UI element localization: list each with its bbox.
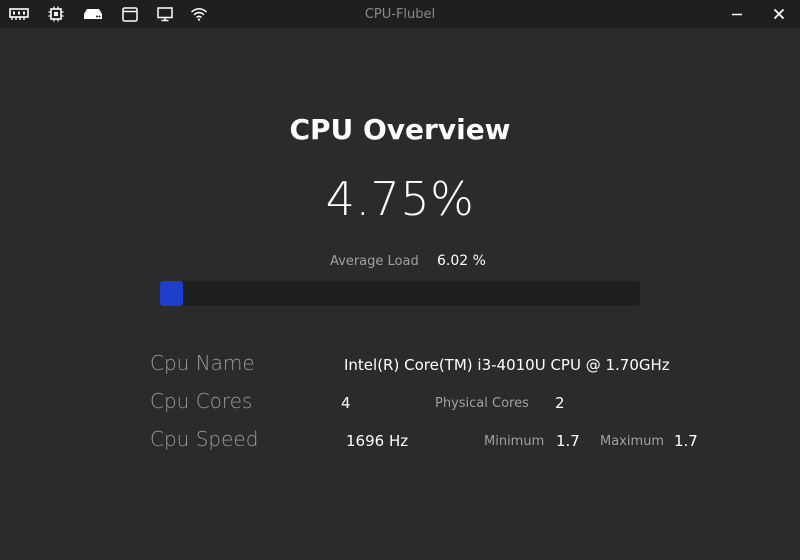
page-title: CPU Overview bbox=[289, 113, 511, 146]
close-button[interactable] bbox=[766, 2, 792, 26]
close-icon bbox=[773, 8, 785, 20]
minimize-icon bbox=[732, 13, 742, 16]
physical-cores-label: Physical Cores bbox=[435, 396, 529, 411]
average-load-label: Average Load bbox=[330, 254, 419, 269]
monitor-icon[interactable] bbox=[155, 5, 175, 23]
minimum-speed-value: 1.7 bbox=[556, 432, 580, 450]
title-bar: CPU-Flubel bbox=[0, 0, 800, 28]
cpu-chip-icon[interactable] bbox=[46, 5, 66, 23]
disk-drive-icon[interactable] bbox=[83, 5, 103, 23]
cpu-name-label: Cpu Name bbox=[150, 351, 255, 375]
cpu-load-progress-bar bbox=[160, 281, 640, 306]
cpu-name-value: Intel(R) Core(TM) i3-4010U CPU @ 1.70GHz bbox=[344, 356, 670, 374]
minimize-button[interactable] bbox=[724, 2, 750, 26]
wifi-icon[interactable] bbox=[189, 5, 209, 23]
cpu-cores-label: Cpu Cores bbox=[150, 389, 253, 413]
maximum-speed-value: 1.7 bbox=[674, 432, 698, 450]
minimum-speed-label: Minimum bbox=[484, 434, 545, 449]
cpu-load-progress-fill bbox=[160, 281, 183, 306]
cpu-speed-value: 1696 Hz bbox=[346, 432, 409, 450]
average-load-value: 6.02 % bbox=[437, 253, 486, 269]
physical-cores-value: 2 bbox=[555, 394, 565, 412]
maximum-speed-label: Maximum bbox=[600, 434, 665, 449]
window-icon[interactable] bbox=[120, 5, 140, 23]
current-load-value: 4.75% bbox=[325, 172, 475, 226]
cpu-speed-label: Cpu Speed bbox=[150, 427, 259, 451]
cpu-cores-value: 4 bbox=[341, 394, 351, 412]
memory-icon[interactable] bbox=[9, 5, 29, 23]
